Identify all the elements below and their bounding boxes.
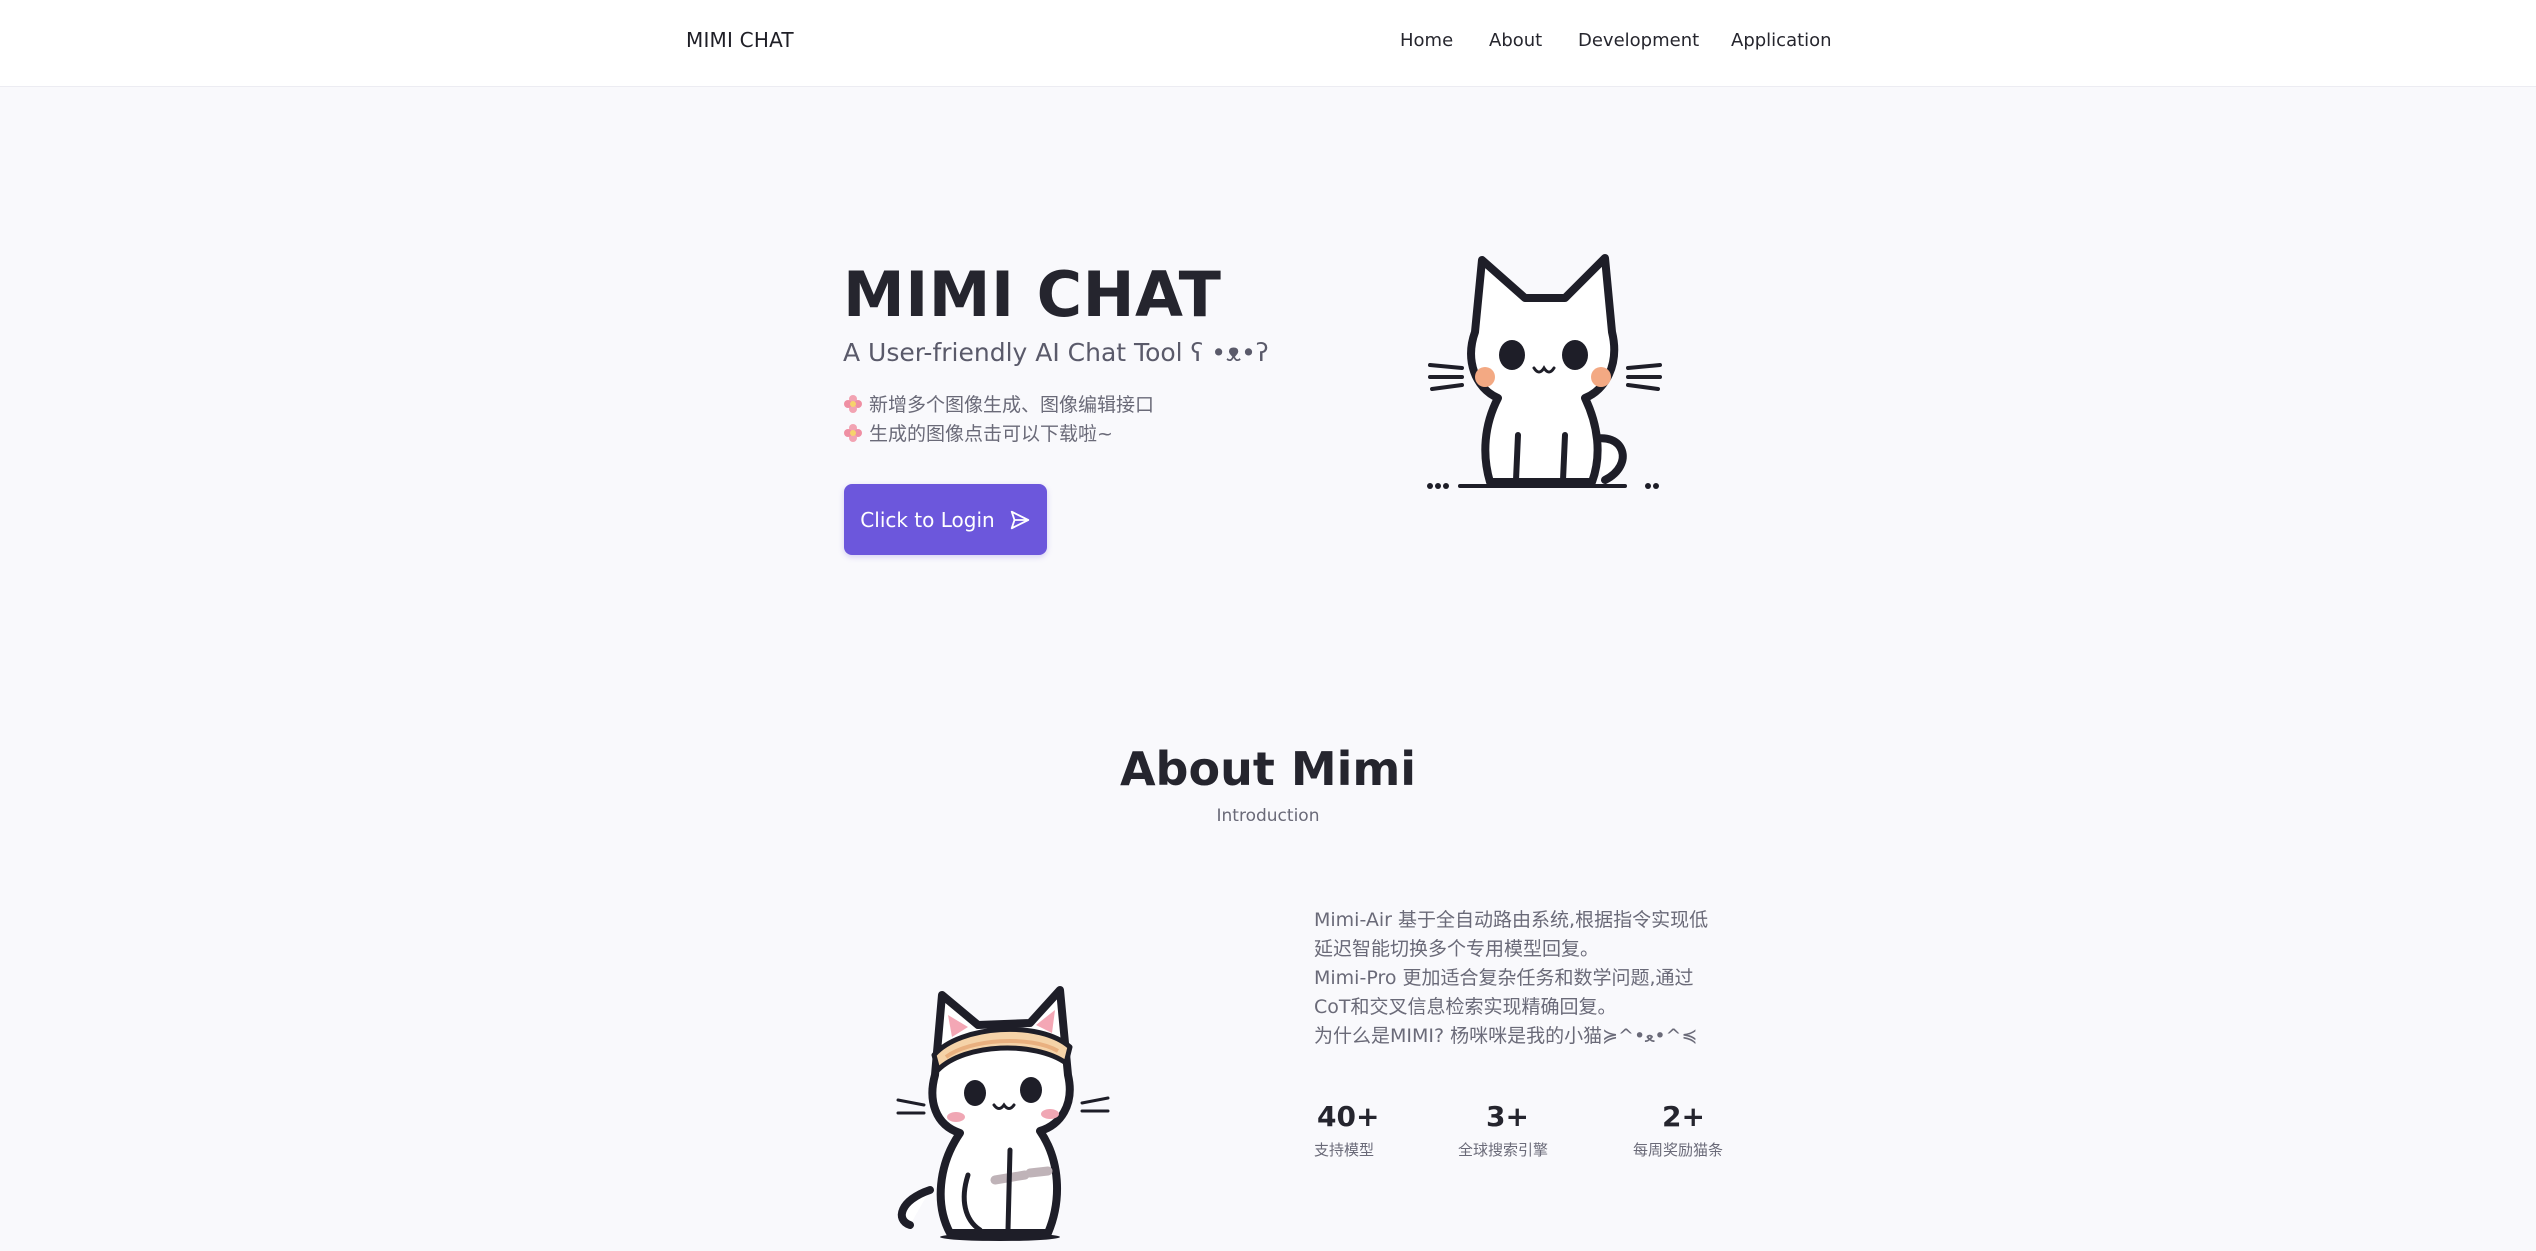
about-subtitle: Introduction bbox=[1216, 806, 1320, 826]
send-icon bbox=[1010, 510, 1029, 529]
flower-icon bbox=[844, 423, 862, 442]
about-description-line: Mimi-Air 基于全自动路由系统,根据指令实现低 bbox=[1314, 909, 1709, 931]
stat-search-engines: 3+ 全球搜索引擎 bbox=[1458, 1100, 1598, 1160]
cat-illustration bbox=[1427, 254, 1662, 489]
top-navbar: MIMI CHAT Home About Development Applica… bbox=[0, 0, 2536, 87]
stat-label: 全球搜索引擎 bbox=[1458, 1141, 1549, 1159]
nav-link-development[interactable]: Development bbox=[1578, 30, 1699, 51]
stat-label: 支持模型 bbox=[1314, 1141, 1375, 1159]
nav-link-about[interactable]: About bbox=[1489, 30, 1542, 51]
cat-with-headband-illustration bbox=[896, 986, 1110, 1241]
nav-link-home[interactable]: Home bbox=[1400, 30, 1453, 51]
brand-logo-text[interactable]: MIMI CHAT bbox=[686, 28, 794, 52]
about-description-line: 延迟智能切换多个专用模型回复。 bbox=[1314, 938, 1600, 960]
about-description-line: Mimi-Pro 更加适合复杂任务和数学问题,通过 bbox=[1314, 967, 1694, 989]
about-description-line: 为什么是MIMI? 杨咪咪是我的小猫≽^•ﻌ•^≼ bbox=[1314, 1025, 1698, 1047]
hero-title: MIMI CHAT bbox=[843, 258, 1222, 331]
flower-icon bbox=[844, 394, 862, 413]
stat-label: 每周奖励猫条 bbox=[1633, 1141, 1724, 1159]
hero-feature-text: 新增多个图像生成、图像编辑接口 bbox=[869, 394, 1155, 416]
stat-supported-models: 40+ 支持模型 bbox=[1314, 1100, 1454, 1160]
login-button-label: Click to Login bbox=[860, 507, 995, 532]
about-title: About Mimi bbox=[1119, 742, 1417, 796]
login-button[interactable]: Click to Login bbox=[844, 484, 1047, 555]
stat-weekly-treats: 2+ 每周奖励猫条 bbox=[1633, 1100, 1773, 1160]
stat-value: 40+ bbox=[1317, 1100, 1380, 1133]
hero-feature-line: 新增多个图像生成、图像编辑接口 bbox=[843, 390, 1154, 417]
about-description-line: CoT和交叉信息检索实现精确回复。 bbox=[1314, 996, 1617, 1018]
stat-value: 3+ bbox=[1486, 1100, 1529, 1133]
stat-value: 2+ bbox=[1662, 1100, 1705, 1133]
about-description: Mimi-Air 基于全自动路由系统,根据指令实现低 延迟智能切换多个专用模型回… bbox=[1314, 906, 1734, 1051]
hero-feature-text: 生成的图像点击可以下载啦~ bbox=[869, 423, 1113, 445]
nav-link-application[interactable]: Application bbox=[1731, 30, 1832, 51]
hero-feature-line: 生成的图像点击可以下载啦~ bbox=[843, 419, 1113, 446]
hero-subtitle: A User-friendly AI Chat Tool ʕ •ᴥ•ʔ bbox=[843, 338, 1269, 367]
